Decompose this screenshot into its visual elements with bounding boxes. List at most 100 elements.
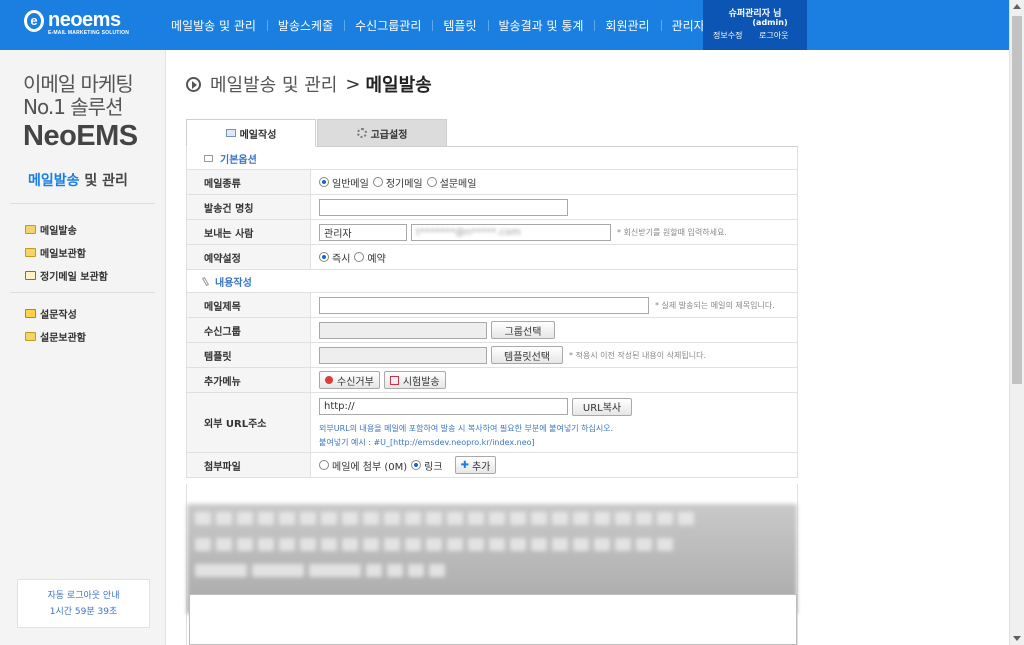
row-subject: 메일제목 * 실제 발송되는 메일의 제목입니다. bbox=[187, 293, 797, 318]
send-name-label: 발송건 명칭 bbox=[187, 195, 311, 219]
sidebar-item-mail-send[interactable]: 메일발송 bbox=[25, 222, 77, 237]
tab-compose[interactable]: 메일작성 bbox=[186, 119, 316, 147]
editor-content-area[interactable] bbox=[189, 594, 797, 645]
stop-icon bbox=[325, 376, 333, 384]
sidebar-divider bbox=[10, 203, 155, 204]
template-hint: * 적용시 이전 작성된 내용이 삭제됩니다. bbox=[569, 350, 707, 360]
row-template: 템플릿 템플릿선택 * 적용시 이전 작성된 내용이 삭제됩니다. bbox=[187, 343, 797, 368]
auto-logout-notice: 자동 로그아웃 안내 1시간 59분 39초 bbox=[17, 579, 150, 628]
template-select-button[interactable]: 템플릿선택 bbox=[491, 346, 563, 364]
calendar-mail-icon bbox=[25, 271, 36, 280]
profile-edit-link[interactable]: 정보수정 bbox=[713, 31, 742, 40]
radio-attach-link[interactable]: 링크 bbox=[411, 458, 443, 473]
radio-send-reserved[interactable]: 예약 bbox=[354, 250, 386, 265]
sidebar-item-mailbox[interactable]: 메일보관함 bbox=[25, 245, 86, 260]
breadcrumb-parent[interactable]: 메일발송 및 관리 bbox=[210, 71, 337, 97]
gear-icon bbox=[356, 128, 367, 138]
subject-hint: * 실제 발송되는 메일의 제목입니다. bbox=[655, 300, 775, 310]
group-label: 수신그룹 bbox=[187, 318, 311, 342]
sidebar-divider bbox=[10, 292, 155, 293]
neoems-logo[interactable]: e neoems E-MAIL MARKETING SOLUTION bbox=[24, 8, 134, 42]
sidebar-headline-1: 이메일 마케팅 bbox=[23, 72, 134, 96]
breadcrumb-separator: > bbox=[345, 73, 361, 95]
template-input bbox=[319, 346, 487, 364]
radio-survey-mail[interactable]: 설문메일 bbox=[426, 175, 476, 190]
tab-advanced[interactable]: 고급설정 bbox=[317, 119, 447, 147]
scroll-down-icon[interactable] bbox=[1013, 636, 1021, 641]
sidebar-section-title: 메일발송 및 관리 bbox=[28, 173, 128, 189]
nav-results-stats[interactable]: 발송결과 및 통계 bbox=[487, 17, 595, 34]
sidebar-item-survey-box[interactable]: 설문보관함 bbox=[25, 329, 86, 344]
pencil-icon bbox=[201, 276, 210, 286]
row-external-url: 외부 URL주소 http:// URL복사 외부URL의 내용을 메일에 포함… bbox=[187, 393, 797, 453]
radio-general-mail[interactable]: 일반메일 bbox=[319, 175, 369, 190]
tab-bar: 메일작성 고급설정 bbox=[186, 119, 798, 147]
scrollbar-thumb[interactable] bbox=[1012, 16, 1022, 384]
test-send-button[interactable]: 시험발송 bbox=[383, 371, 446, 389]
scroll-up-icon[interactable] bbox=[1013, 4, 1021, 9]
page-scrollbar[interactable] bbox=[1009, 0, 1024, 645]
send-name-input[interactable] bbox=[319, 198, 568, 216]
url-hint-2: 붙여넣기 예시 : #U_[http://emsdev.neopro.kr/in… bbox=[319, 437, 535, 447]
row-sender: 보내는 사람 관리자 t*******@n*****.com * 회신받기를 원… bbox=[187, 220, 797, 245]
sender-name-input[interactable]: 관리자 bbox=[319, 223, 407, 241]
mail-type-label: 메일종류 bbox=[187, 170, 311, 194]
url-input[interactable]: http:// bbox=[319, 398, 568, 415]
unsubscribe-button[interactable]: 수신거부 bbox=[319, 371, 380, 389]
mail-icon bbox=[25, 225, 36, 234]
group-input bbox=[319, 321, 487, 339]
nav-member-manage[interactable]: 회원관리 bbox=[594, 17, 660, 34]
section-basic-options: 기본옵션 bbox=[187, 147, 797, 170]
plus-icon: ✚ bbox=[460, 459, 469, 471]
sidebar-headline-2: No.1 솔루션 bbox=[23, 95, 123, 119]
template-label: 템플릿 bbox=[187, 343, 311, 367]
nav-template[interactable]: 템플릿 bbox=[432, 17, 487, 34]
logo-name: neoems bbox=[48, 9, 121, 31]
html-editor bbox=[186, 484, 798, 645]
page-title: 메일발송 bbox=[365, 75, 432, 96]
logo-mark: e bbox=[24, 10, 44, 32]
top-navigation-bar: e neoems E-MAIL MARKETING SOLUTION 메일발송 … bbox=[0, 0, 1009, 50]
sender-hint: * 회신받기를 원할때 입력하세요. bbox=[617, 227, 727, 237]
subject-input[interactable] bbox=[319, 296, 649, 314]
chart-icon bbox=[25, 309, 36, 318]
radio-attach-mail[interactable]: 메일에 첨부 (0M) bbox=[319, 458, 407, 473]
auto-logout-title: 자동 로그아웃 안내 bbox=[47, 591, 120, 601]
section-content: 내용작성 bbox=[187, 270, 797, 293]
row-recipient-group: 수신그룹 그룹선택 bbox=[187, 318, 797, 343]
url-hint-1: 외부URL의 내용을 메일에 포함하여 발송 시 복사하여 필요한 부분에 붙여… bbox=[319, 423, 614, 433]
auto-logout-timer: 1시간 59분 39초 bbox=[49, 607, 118, 617]
nav-send-schedule[interactable]: 발송스케줄 bbox=[266, 17, 344, 34]
user-box: 슈퍼관리자 님 (admin) 정보수정 로그아웃 bbox=[703, 0, 807, 50]
radio-regular-mail[interactable]: 정기메일 bbox=[372, 175, 423, 190]
test-mail-icon bbox=[389, 375, 399, 385]
sidebar-item-survey-create[interactable]: 설문작성 bbox=[25, 306, 77, 321]
add-attachment-button[interactable]: ✚ 추가 bbox=[454, 456, 497, 474]
nav-mail-send-manage[interactable]: 메일발송 및 관리 bbox=[160, 17, 267, 34]
attach-label: 첨부파일 bbox=[187, 453, 311, 477]
row-mail-type: 메일종류 일반메일 정기메일 설문메일 bbox=[187, 170, 797, 195]
survey-box-icon bbox=[25, 332, 36, 341]
url-copy-button[interactable]: URL복사 bbox=[572, 397, 632, 416]
sender-label: 보내는 사람 bbox=[187, 220, 311, 244]
mail-form: 기본옵션 메일종류 일반메일 정기메일 설문메일 발송건 명칭 보내는 사람 관… bbox=[186, 147, 798, 478]
play-circle-icon bbox=[186, 76, 201, 92]
nav-recipient-group[interactable]: 수신그룹관리 bbox=[344, 17, 432, 34]
sidebar-headline-brand: NeoEMS bbox=[23, 120, 138, 152]
url-label: 외부 URL주소 bbox=[187, 393, 311, 452]
row-schedule: 예약설정 즉시 예약 bbox=[187, 245, 797, 270]
breadcrumb: 메일발송 및 관리 > 메일발송 bbox=[186, 71, 432, 97]
schedule-label: 예약설정 bbox=[187, 245, 311, 269]
row-extra-menu: 추가메뉴 수신거부 시험발송 bbox=[187, 368, 797, 393]
row-attachment: 첨부파일 메일에 첨부 (0M) 링크 ✚ 추가 bbox=[187, 453, 797, 478]
sender-email-input[interactable]: t*******@n*****.com bbox=[411, 223, 611, 241]
main-nav: 메일발송 및 관리 발송스케줄 수신그룹관리 템플릿 발송결과 및 통계 회원관… bbox=[160, 0, 716, 50]
sidebar: 이메일 마케팅 No.1 솔루션 NeoEMS 메일발송 및 관리 메일발송 메… bbox=[0, 50, 166, 645]
envelope-icon bbox=[204, 154, 213, 162]
mailbox-icon bbox=[25, 248, 36, 257]
logout-link[interactable]: 로그아웃 bbox=[759, 31, 788, 40]
radio-send-now[interactable]: 즉시 bbox=[319, 250, 350, 265]
sidebar-item-regular-mailbox[interactable]: 정기메일 보관함 bbox=[25, 268, 108, 283]
group-select-button[interactable]: 그룹선택 bbox=[491, 321, 555, 339]
subject-label: 메일제목 bbox=[187, 293, 311, 317]
